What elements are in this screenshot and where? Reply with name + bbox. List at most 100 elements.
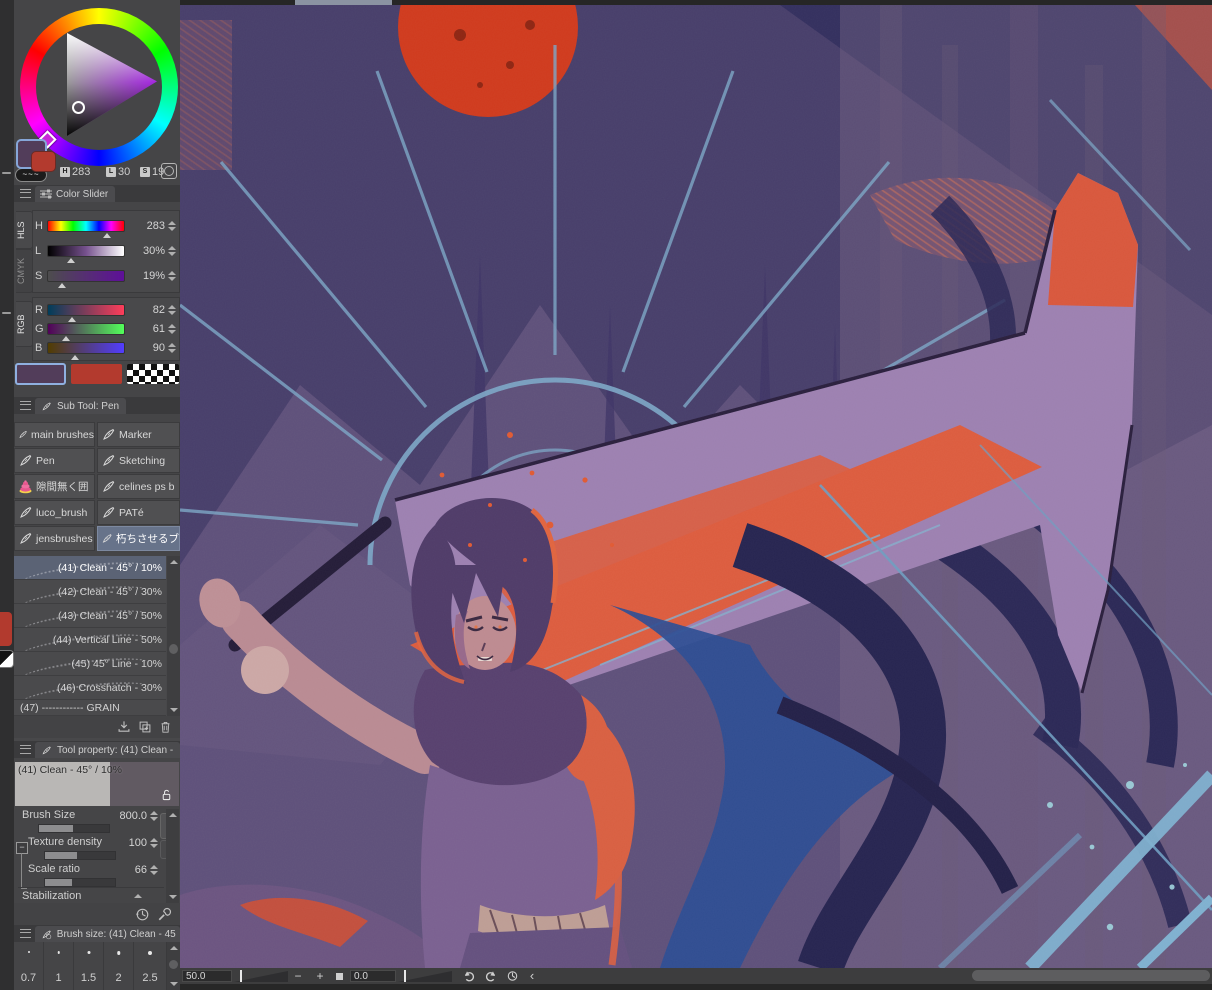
transparent-color-swatch[interactable] <box>127 364 179 384</box>
import-icon[interactable] <box>117 720 131 734</box>
brush-list-scrollbar[interactable] <box>167 556 180 716</box>
color-set-red-swatch[interactable] <box>0 612 12 646</box>
scroll-thumb[interactable] <box>169 960 178 969</box>
stabilization-stepper[interactable] <box>134 894 143 898</box>
brush-size-stepper[interactable] <box>150 811 159 821</box>
size-1[interactable]: 1 <box>44 942 74 990</box>
trash-icon[interactable] <box>159 720 172 734</box>
horizontal-scrollbar-thumb[interactable] <box>972 970 1210 981</box>
zoom-in-button[interactable]: + <box>312 969 328 983</box>
secondary-color-swatch[interactable] <box>31 151 56 172</box>
brush-item-42[interactable]: (42) Clean - 45° / 30% <box>14 580 166 604</box>
zoom-value-field[interactable]: 50.0 <box>182 970 232 982</box>
scroll-up-icon[interactable] <box>169 813 177 817</box>
l-slider[interactable] <box>47 245 125 257</box>
canvas-artwork[interactable] <box>180 5 1212 968</box>
brush-size-slider[interactable] <box>38 824 110 833</box>
brush-item-44[interactable]: (44) Vertical Line - 50% <box>14 628 166 652</box>
subtool-main-brushes[interactable]: main brushes <box>14 422 95 447</box>
subtool-pate[interactable]: PATé <box>97 500 180 525</box>
scroll-down-icon[interactable] <box>170 708 178 712</box>
g-stepper[interactable] <box>168 324 177 334</box>
g-slider[interactable] <box>47 323 125 335</box>
scroll-thumb[interactable] <box>169 644 178 654</box>
sub-tool-header: Sub Tool: Pen <box>14 397 180 414</box>
sub-color-swatch[interactable] <box>71 364 122 384</box>
default-colors-icon[interactable] <box>0 650 14 668</box>
size-1.5[interactable]: 1.5 <box>74 942 104 990</box>
subtool-sukima[interactable]: 隙間無く囲 <box>14 474 95 499</box>
size-2.5[interactable]: 2.5 <box>134 942 167 990</box>
subtool-pen[interactable]: Pen <box>14 448 95 473</box>
subtool-luco-brush[interactable]: luco_brush <box>14 500 95 525</box>
subtool-celines[interactable]: celines ps b <box>97 474 180 499</box>
rotation-slider-thumb[interactable] <box>404 970 406 982</box>
subtool-jensbrushes[interactable]: jensbrushes <box>14 526 95 551</box>
zoom-slider[interactable] <box>234 971 288 982</box>
brush-item-46[interactable]: (46) Crosshatch - 30% <box>14 676 166 700</box>
reset-view-icon[interactable] <box>506 970 519 982</box>
brush-item-41[interactable]: (41) Clean - 45° / 10% <box>14 556 166 580</box>
brush-preview-box[interactable]: (41) Clean - 45° / 10% <box>15 762 179 806</box>
unlock-icon[interactable] <box>160 788 173 802</box>
wheel-shape-toggle-icon[interactable] <box>161 163 177 179</box>
s-stepper[interactable] <box>168 271 177 281</box>
undo-icon[interactable] <box>462 970 476 982</box>
h-slider[interactable] <box>47 220 125 232</box>
reset-defaults-icon[interactable] <box>135 907 150 922</box>
subtool-sketching[interactable]: Sketching <box>97 448 180 473</box>
redo-icon[interactable] <box>484 970 498 982</box>
size-2[interactable]: 2 <box>104 942 134 990</box>
fit-to-screen-button[interactable] <box>336 973 343 980</box>
h-stepper[interactable] <box>168 221 177 231</box>
panel-handle[interactable] <box>2 172 11 174</box>
brush-item-47[interactable]: (47) ------------ GRAIN SHADER <box>14 700 166 716</box>
tool-property-tab[interactable]: Tool property: (41) Clean - <box>35 742 180 758</box>
texture-density-slider[interactable] <box>44 851 116 860</box>
duplicate-icon[interactable] <box>138 720 152 734</box>
scale-ratio-stepper[interactable] <box>150 865 159 875</box>
zoom-slider-thumb[interactable] <box>240 970 242 982</box>
subtool-kuchisaseru-selected[interactable]: 朽ちさせるブ <box>97 526 180 551</box>
tab-hls[interactable]: HLS <box>16 211 33 249</box>
panel-menu-icon[interactable] <box>20 929 31 938</box>
l-stepper[interactable] <box>168 246 177 256</box>
rotation-slider[interactable] <box>398 971 452 982</box>
subtool-marker[interactable]: Marker <box>97 422 180 447</box>
zoom-out-button[interactable]: − <box>290 969 306 983</box>
brush-size-tab[interactable]: Brush size: (41) Clean - 45 <box>35 926 180 942</box>
b-stepper[interactable] <box>168 343 177 353</box>
b-slider[interactable] <box>47 342 125 354</box>
texture-density-stepper[interactable] <box>150 838 159 848</box>
panel-handle[interactable] <box>2 312 11 314</box>
color-picker-cursor[interactable] <box>72 101 85 114</box>
color-slider-tab[interactable]: Color Slider <box>35 186 115 202</box>
collapse-toolbar-icon[interactable]: ‹ <box>524 969 540 983</box>
r-stepper[interactable] <box>168 305 177 315</box>
sub-tool-tab[interactable]: Sub Tool: Pen <box>35 398 126 414</box>
panel-menu-icon[interactable] <box>20 189 31 198</box>
scale-ratio-slider[interactable] <box>44 878 116 887</box>
brush-item-43[interactable]: (43) Clean - 45° / 50% <box>14 604 166 628</box>
panel-menu-icon[interactable] <box>20 401 31 410</box>
rotation-value-field[interactable]: 0.0 <box>350 970 396 982</box>
s-slider[interactable] <box>47 270 125 282</box>
size-0.7[interactable]: 0.7 <box>14 942 44 990</box>
pen-icon <box>101 453 116 468</box>
scroll-down-icon[interactable] <box>170 982 178 986</box>
scroll-up-icon[interactable] <box>170 946 178 950</box>
main-color-swatch[interactable] <box>15 363 66 385</box>
scroll-up-icon[interactable] <box>170 560 178 564</box>
tab-cmyk[interactable]: CMYK <box>16 249 33 293</box>
scale-ratio-row: Scale ratio 66 <box>14 863 164 893</box>
brush-size-scrollbar[interactable] <box>167 942 180 990</box>
r-slider[interactable] <box>47 304 125 316</box>
color-slider-title: Color Slider <box>56 189 108 200</box>
tab-rgb[interactable]: RGB <box>16 301 33 347</box>
panel-menu-icon[interactable] <box>20 745 31 754</box>
scroll-down-icon[interactable] <box>169 895 177 899</box>
wrench-icon[interactable] <box>157 907 172 922</box>
tool-property-scrollbar[interactable] <box>166 809 179 903</box>
brush-item-45[interactable]: (45) 45° Line - 10% <box>14 652 166 676</box>
subtool-label: main brushes <box>31 429 94 441</box>
